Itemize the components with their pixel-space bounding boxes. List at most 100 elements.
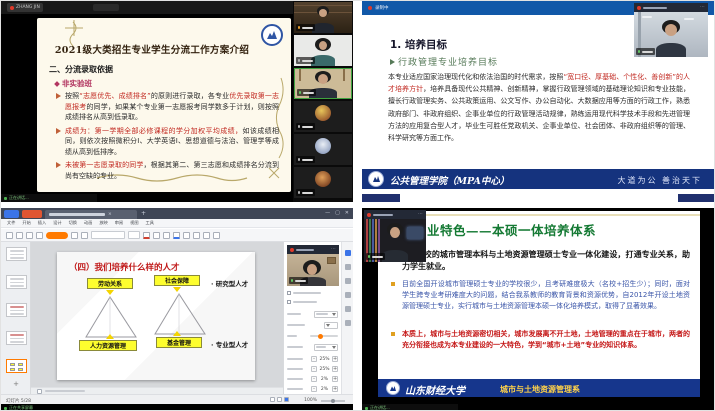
panel-icon[interactable] <box>345 278 351 284</box>
panel-icon[interactable] <box>345 264 351 270</box>
participant-video-tile-active-speaker[interactable] <box>294 68 352 99</box>
zoom-knob[interactable] <box>331 399 335 403</box>
mini-yellow-box <box>18 368 23 371</box>
app-tab[interactable] <box>22 210 42 218</box>
slide-thumbnail[interactable] <box>6 303 27 317</box>
toolbar-icon[interactable] <box>6 232 13 239</box>
decrement-button[interactable]: - <box>311 366 317 372</box>
minimize-icon[interactable]: — <box>325 210 330 216</box>
mini-yellow-box <box>10 363 15 366</box>
toolbar-icon[interactable] <box>26 232 33 239</box>
zoom-slider[interactable] <box>321 400 345 402</box>
participant-avatar-tile[interactable] <box>294 101 352 132</box>
more-options-icon[interactable]: ⋯ <box>331 247 336 252</box>
menu-item[interactable]: 动画 <box>84 220 92 226</box>
toolbar-icon[interactable] <box>71 232 78 239</box>
panel-icon[interactable] <box>345 292 351 298</box>
dropdown[interactable] <box>324 322 338 329</box>
slider-knob[interactable] <box>318 334 323 339</box>
footer-department: 公共管理学院（MPA中心） <box>390 173 509 187</box>
font-size-combobox[interactable] <box>128 231 140 239</box>
picture-frame <box>327 257 336 264</box>
menu-item[interactable]: 审阅 <box>115 220 123 226</box>
close-icon[interactable]: ✕ <box>345 210 349 216</box>
more-options-icon[interactable]: ⋯ <box>418 212 423 217</box>
participant-video-tile[interactable] <box>294 35 352 66</box>
presenter-webcam[interactable]: ⋯ <box>634 3 708 57</box>
slide-thumbnail[interactable] <box>6 331 27 345</box>
menu-item[interactable]: 工具 <box>146 220 154 226</box>
decrement-button[interactable]: - <box>311 386 317 392</box>
stepper-value: 2% <box>318 377 331 382</box>
toolbar-icon[interactable] <box>193 232 200 239</box>
sharing-icon <box>4 407 7 410</box>
increment-button[interactable]: + <box>332 376 338 382</box>
dropdown[interactable] <box>314 344 338 351</box>
fill-color-button[interactable] <box>173 232 180 239</box>
home-tab[interactable] <box>4 210 19 218</box>
add-slide-button[interactable]: + <box>1 380 31 388</box>
toolbar-icon[interactable] <box>183 232 190 239</box>
view-normal-icon[interactable] <box>270 397 275 402</box>
toolbar-icon[interactable] <box>163 232 170 239</box>
increment-button[interactable]: + <box>332 366 338 372</box>
view-slideshow-icon[interactable] <box>284 397 289 402</box>
presenter-webcam[interactable]: ⋯ <box>364 210 426 262</box>
increment-button[interactable]: + <box>332 356 338 362</box>
menu-item[interactable]: 文件 <box>7 220 15 226</box>
maximize-icon[interactable]: ▢ <box>335 210 340 216</box>
mic-icon <box>298 158 300 161</box>
college-logo <box>368 171 384 187</box>
slide-thumbnail[interactable] <box>6 275 27 289</box>
participant-avatar-tile[interactable] <box>294 167 352 198</box>
view-sorter-icon[interactable] <box>277 397 282 402</box>
increment-button[interactable]: + <box>332 386 338 392</box>
participant-video-tile[interactable] <box>294 2 352 33</box>
panel-checkbox-row[interactable] <box>287 298 338 306</box>
font-color-button[interactable] <box>143 232 150 239</box>
menu-item[interactable]: 开始 <box>22 220 30 226</box>
menu-item[interactable]: 切换 <box>69 220 77 226</box>
toolbar-icon[interactable] <box>16 232 23 239</box>
slider-track[interactable] <box>310 335 338 337</box>
font-name-combobox[interactable] <box>91 231 125 239</box>
participant-avatar-tile[interactable] <box>294 134 352 165</box>
meeting-floating-webcam[interactable]: ⋯ <box>287 245 339 286</box>
panel-icon-active[interactable] <box>345 250 351 256</box>
dropdown[interactable] <box>314 311 338 318</box>
toolbar-icon[interactable] <box>81 232 88 239</box>
checkbox-icon[interactable] <box>287 291 291 295</box>
panel-stepper-row: -2%+ <box>287 385 338 393</box>
panel-icon[interactable] <box>345 306 351 312</box>
diagram-box-hr-management[interactable]: 人力资源管理 <box>79 340 137 351</box>
menu-item[interactable]: 放映 <box>99 220 107 226</box>
participant-name-chip <box>296 24 315 31</box>
play-slideshow-button[interactable] <box>46 232 68 239</box>
diagram-box-fund-management[interactable]: 基金管理 <box>156 337 202 348</box>
document-tab[interactable]: × <box>45 210 137 219</box>
decrement-button[interactable]: - <box>311 356 317 362</box>
menu-item[interactable]: 设计 <box>53 220 61 226</box>
toolbar-icon[interactable] <box>203 232 210 239</box>
decrement-button[interactable]: - <box>311 376 317 382</box>
mini-yellow-box <box>10 368 15 371</box>
menu-item[interactable]: 视图 <box>130 220 138 226</box>
more-options-icon[interactable]: ⋯ <box>700 5 705 10</box>
checkbox-icon[interactable] <box>287 300 291 304</box>
close-tab-icon[interactable]: × <box>108 212 112 217</box>
panel-icon[interactable] <box>345 320 351 326</box>
right-icon-strip <box>341 242 353 394</box>
bullet-item: 2、我校的城市管理本科与土地资源管理硕士专业一体化建设，打通专业关系，助力学生就… <box>402 249 690 273</box>
notes-collapsed-bar[interactable] <box>31 387 283 394</box>
slide-thumbnail[interactable] <box>6 247 27 261</box>
toolbar-icon[interactable] <box>213 232 220 239</box>
toolbar-icon[interactable] <box>36 232 43 239</box>
new-tab-button[interactable]: + <box>141 210 146 217</box>
menu-item[interactable]: 插入 <box>38 220 46 226</box>
diagram-box-social-security[interactable]: 社会保障 <box>154 275 200 286</box>
slide-thumbnail-selected[interactable] <box>6 359 27 373</box>
toolbar-icon[interactable] <box>153 232 160 239</box>
edited-slide[interactable]: （四）我们培养什么样的人才 劳动关系 社会保障 人力资源管理 基金管理 · 研究… <box>57 252 255 380</box>
panel-checkbox-row[interactable] <box>287 289 338 297</box>
diagram-box-labor-relations[interactable]: 劳动关系 <box>87 278 133 289</box>
